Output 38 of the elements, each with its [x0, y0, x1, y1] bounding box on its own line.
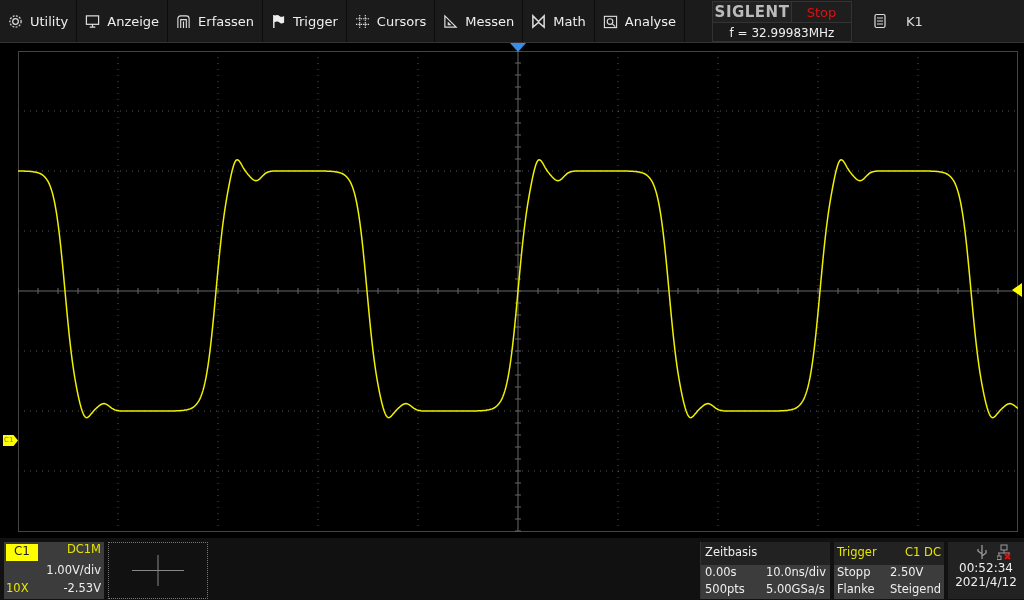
- probe-ratio: 10X: [6, 580, 30, 597]
- brand-logo: SIGLENT: [713, 2, 791, 22]
- memory-label: K1: [906, 13, 923, 29]
- channel-coupling: DC1M: [65, 542, 101, 558]
- vertical-offset: -2.53V: [62, 580, 101, 597]
- usb-icon: [975, 544, 989, 560]
- hash-grid-icon: [354, 13, 370, 29]
- arches-icon: [176, 13, 192, 29]
- ruler-triangle-icon: [443, 13, 459, 29]
- trigger-title: Trigger: [837, 545, 877, 561]
- trigger-level-marker[interactable]: [1012, 283, 1022, 297]
- frequency-readout: f = 32.99983MHz: [713, 22, 851, 42]
- trigger-source: C1 DC: [905, 545, 941, 561]
- network-disconnected-icon: [997, 544, 1011, 560]
- magnifier-document-icon: [602, 13, 618, 29]
- clock-date: 2021/4/12: [955, 575, 1017, 589]
- horizontal-scale: 10.0ns/div: [764, 565, 827, 581]
- flag-icon: [270, 13, 286, 29]
- trigger-mode: Stopp: [836, 565, 872, 581]
- clock-time: 00:52:34: [959, 561, 1013, 575]
- timebase-title: Zeitbasis: [701, 542, 830, 565]
- trigger-panel[interactable]: Trigger C1 DC Stopp 2.50V Flanke Steigend: [834, 542, 944, 599]
- vertical-scale: 1.00V/div: [46, 563, 101, 580]
- timebase-panel[interactable]: Zeitbasis 0.00s 10.0ns/div 500pts 5.00GSa/s: [700, 542, 830, 599]
- math-m-icon: [531, 13, 547, 29]
- trigger-type: Flanke: [836, 582, 876, 598]
- plus-icon: [132, 555, 184, 586]
- record-points: 500pts: [704, 582, 746, 598]
- trigger-delay: 0.00s: [704, 565, 738, 581]
- settings-icon: [8, 13, 23, 29]
- memory-card-icon: [874, 13, 886, 29]
- add-channel-slot[interactable]: [108, 542, 208, 599]
- trigger-slope: Steigend: [888, 582, 942, 598]
- sample-rate: 5.00GSa/s: [764, 582, 826, 598]
- trigger-level-value: 2.50V: [888, 565, 925, 581]
- monitor-icon: [85, 13, 101, 29]
- channel-panel[interactable]: C1 DC1M 1.00V/div 10X -2.53V: [4, 542, 104, 599]
- channel-name: C1: [6, 544, 38, 562]
